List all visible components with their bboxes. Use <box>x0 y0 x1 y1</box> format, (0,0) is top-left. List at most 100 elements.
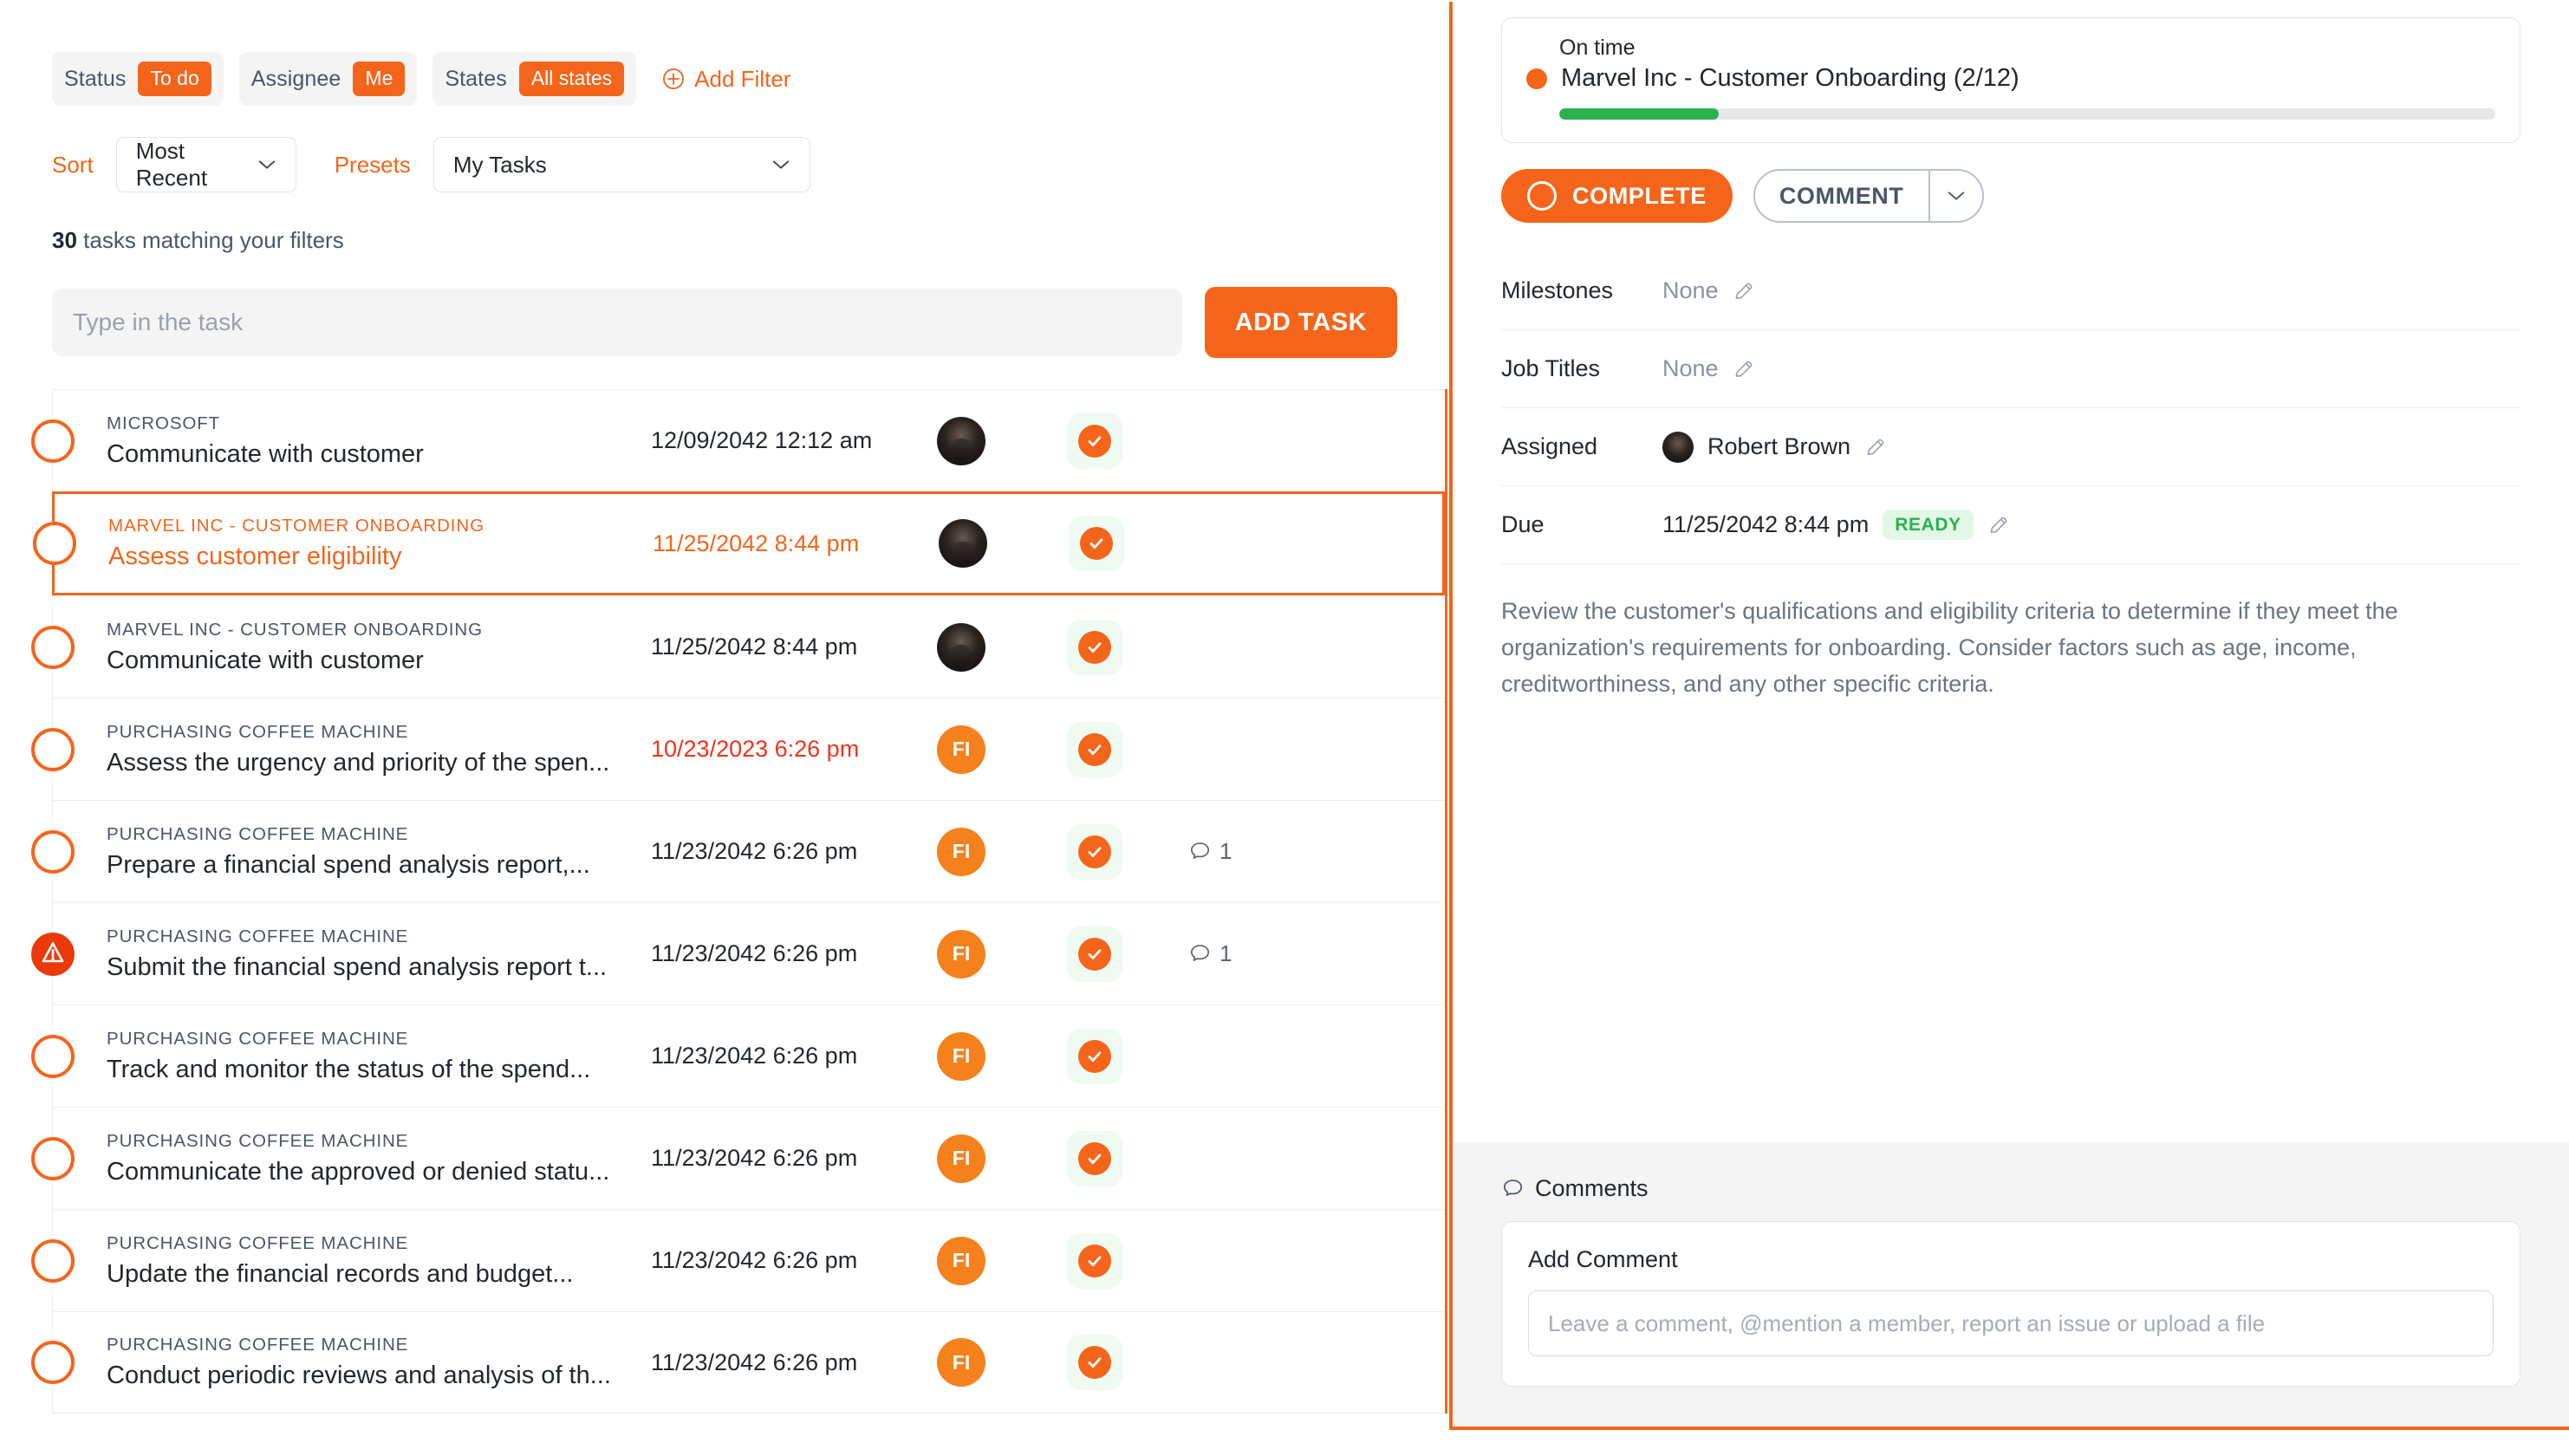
complete-task-button[interactable]: COMPLETE <box>1501 169 1733 223</box>
task-project-name: PURCHASING COFFEE MACHINE <box>107 1130 409 1151</box>
task-count-number: 30 <box>52 227 77 253</box>
task-assignee[interactable]: FI <box>937 1134 1067 1183</box>
filter-chip-assignee-value[interactable]: Me <box>353 62 406 96</box>
edit-pencil-icon[interactable] <box>1733 280 1755 302</box>
sort-select[interactable]: Most Recent <box>115 137 296 192</box>
filter-chip-states[interactable]: States All states <box>433 52 637 106</box>
add-task-input[interactable] <box>52 289 1182 356</box>
task-title: Update the financial records and budget.… <box>107 1259 574 1288</box>
task-complete-button[interactable] <box>1067 1335 1122 1390</box>
task-complete-circle-icon[interactable] <box>33 522 76 565</box>
task-assignee[interactable]: FI <box>937 1338 1067 1387</box>
filter-bar: Status To do Assignee Me States All stat… <box>52 52 1447 106</box>
avatar <box>937 622 985 672</box>
task-complete-button[interactable] <box>1067 1130 1122 1186</box>
task-complete-button[interactable] <box>1067 823 1122 880</box>
comment-bubble-icon <box>1503 1180 1523 1196</box>
task-complete-cell <box>1067 926 1188 982</box>
status-title-row: Marvel Inc - Customer Onboarding (2/12) <box>1526 64 2495 93</box>
edit-pencil-icon[interactable] <box>1987 514 2010 536</box>
detail-field-row: Job Titles None <box>1501 330 2520 408</box>
task-row[interactable]: PURCHASING COFFEE MACHINE Conduct periodi… <box>31 1311 1445 1414</box>
plus-circle-icon <box>663 68 685 89</box>
add-filter-button[interactable]: Add Filter <box>662 66 790 93</box>
task-complete-circle-icon[interactable] <box>31 1238 75 1283</box>
task-title: Communicate with customer <box>107 439 424 468</box>
task-assignee[interactable]: FI <box>937 929 1067 978</box>
task-row[interactable]: MICROSOFT Communicate with customer 12/09/… <box>31 389 1445 491</box>
task-complete-button[interactable] <box>1069 516 1124 571</box>
check-icon <box>1078 732 1111 766</box>
task-count-summary: 30 tasks matching your filters <box>52 227 1447 254</box>
detail-field-row: Due 11/25/2042 8:44 pm READY <box>1501 486 2520 564</box>
comment-action-dropdown[interactable] <box>1928 171 1982 221</box>
task-complete-button[interactable] <box>1067 1028 1122 1084</box>
task-row[interactable]: MARVEL INC - CUSTOMER ONBOARDING Communic… <box>31 595 1445 698</box>
detail-field-value: None <box>1662 277 1755 304</box>
task-project-name: MICROSOFT <box>107 413 221 433</box>
task-row[interactable]: PURCHASING COFFEE MACHINE Prepare a finan… <box>31 800 1445 902</box>
task-row[interactable]: MARVEL INC - CUSTOMER ONBOARDING Assess c… <box>33 491 1445 595</box>
task-complete-circle-icon[interactable] <box>31 625 75 669</box>
detail-field-value: 11/25/2042 8:44 pm READY <box>1662 510 2010 540</box>
project-status-card: On time Marvel Inc - Customer Onboarding… <box>1501 17 2520 143</box>
add-task-button[interactable]: ADD TASK <box>1205 287 1397 358</box>
task-complete-button[interactable] <box>1067 413 1122 469</box>
task-list: MICROSOFT Communicate with customer 12/09/… <box>31 389 1447 1414</box>
task-complete-cell <box>1067 619 1188 675</box>
add-task-bar: ADD TASK <box>52 287 1447 358</box>
detail-field-value-text: None <box>1662 355 1719 381</box>
task-row[interactable]: PURCHASING COFFEE MACHINE Update the fina… <box>31 1209 1445 1311</box>
task-complete-circle-icon[interactable] <box>31 829 75 874</box>
task-assignee[interactable]: FI <box>937 1236 1067 1285</box>
task-row[interactable]: PURCHASING COFFEE MACHINE Submit the fina… <box>31 902 1445 1004</box>
task-assignee[interactable] <box>937 622 1067 672</box>
detail-field-value-text: Robert Brown <box>1707 433 1851 459</box>
task-complete-circle-icon[interactable] <box>31 1034 75 1078</box>
edit-pencil-icon[interactable] <box>1864 436 1887 458</box>
task-complete-button[interactable] <box>1067 926 1122 982</box>
sort-label: Sort <box>52 151 94 178</box>
task-assignee[interactable]: FI <box>937 1031 1067 1081</box>
filter-chip-states-label: States <box>445 66 507 91</box>
filter-chip-assignee[interactable]: Assignee Me <box>238 52 418 106</box>
check-icon <box>1080 527 1113 560</box>
detail-field-label: Assigned <box>1501 433 1598 459</box>
task-assignee[interactable]: FI <box>937 827 1067 876</box>
task-project-name: PURCHASING COFFEE MACHINE <box>107 1028 409 1049</box>
task-warning-icon[interactable] <box>31 932 75 976</box>
comment-bubble-icon <box>1190 842 1210 859</box>
task-complete-circle-icon[interactable] <box>31 419 75 463</box>
task-complete-button[interactable] <box>1067 1232 1122 1289</box>
project-progress-fill <box>1559 108 1719 120</box>
task-row[interactable]: PURCHASING COFFEE MACHINE Track and monit… <box>31 1004 1445 1107</box>
project-title: Marvel Inc - Customer Onboarding (2/12) <box>1561 64 2019 92</box>
check-icon <box>1078 630 1111 664</box>
task-row[interactable]: PURCHASING COFFEE MACHINE Assess the urge… <box>31 698 1445 800</box>
task-comment-count[interactable]: 1 <box>1188 940 1232 967</box>
task-complete-circle-icon[interactable] <box>31 1341 75 1384</box>
task-title: Communicate with customer <box>107 646 424 674</box>
complete-task-label: COMPLETE <box>1572 182 1707 209</box>
add-comment-input[interactable] <box>1528 1290 2494 1356</box>
task-comment-count[interactable]: 1 <box>1188 838 1232 865</box>
filter-chip-states-value[interactable]: All states <box>518 62 625 96</box>
task-row[interactable]: PURCHASING COFFEE MACHINE Communicate the… <box>31 1107 1445 1209</box>
chevron-down-icon <box>1948 192 1964 200</box>
filter-chip-status[interactable]: Status To do <box>52 52 224 106</box>
task-assignee[interactable] <box>939 519 1069 568</box>
task-complete-circle-icon[interactable] <box>31 1136 75 1180</box>
check-icon <box>1078 1346 1111 1379</box>
filter-chip-status-value[interactable]: To do <box>138 62 211 96</box>
task-assignee[interactable]: FI <box>937 725 1067 774</box>
task-complete-button[interactable] <box>1067 721 1122 777</box>
edit-pencil-icon[interactable] <box>1733 358 1755 380</box>
task-complete-circle-icon[interactable] <box>31 727 75 771</box>
chevron-down-icon <box>772 160 790 169</box>
comment-action-button[interactable]: COMMENT <box>1753 169 1984 223</box>
task-text-block: PURCHASING COFFEE MACHINE Prepare a finan… <box>53 824 651 880</box>
task-complete-button[interactable] <box>1067 619 1122 675</box>
check-icon <box>1078 937 1111 971</box>
presets-select[interactable]: My Tasks <box>433 137 810 192</box>
task-assignee[interactable] <box>937 416 1067 465</box>
